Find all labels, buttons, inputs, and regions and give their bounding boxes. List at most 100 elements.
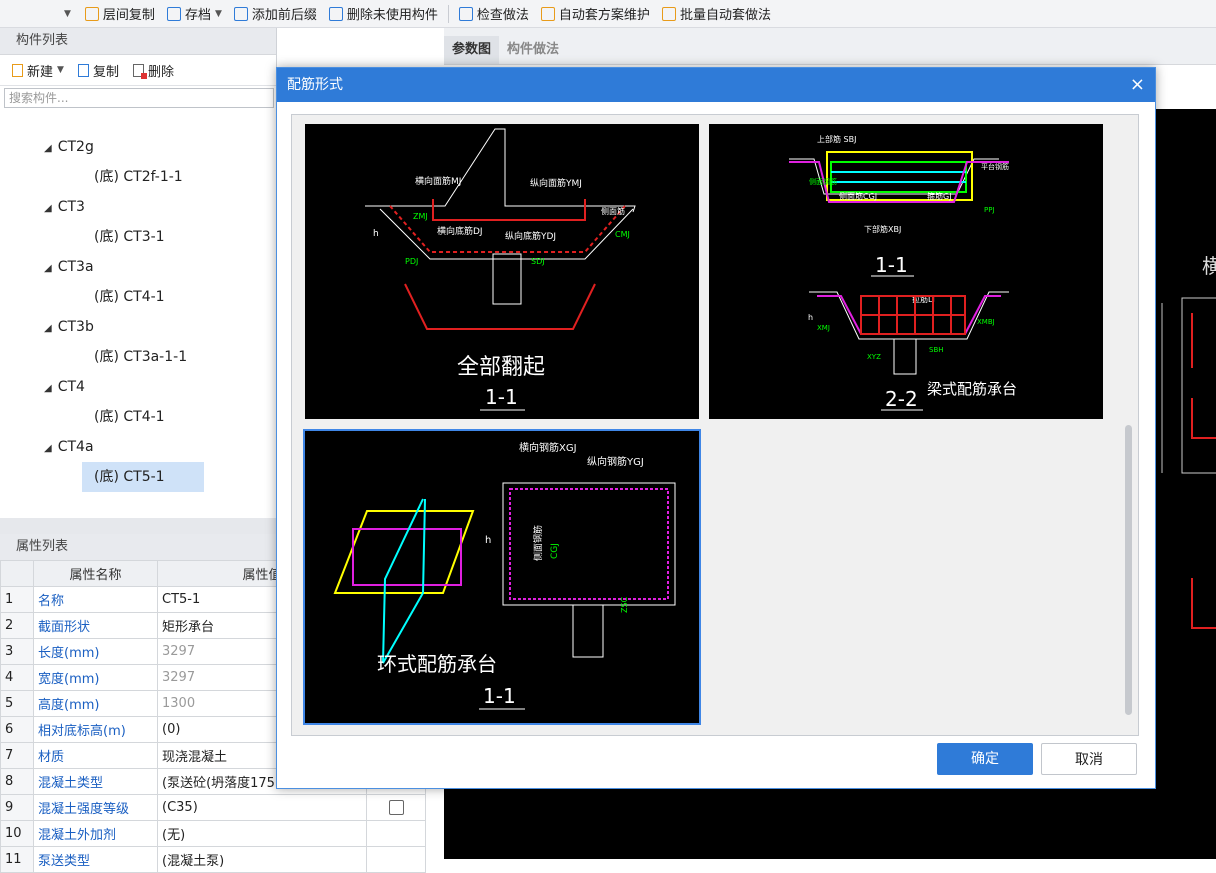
pile-outline (492, 253, 522, 305)
expand-triangle-icon[interactable]: ◢ (44, 383, 52, 394)
layer-copy-icon (84, 6, 99, 21)
delete-list-icon (328, 6, 343, 21)
diagram-label: CGJ (550, 543, 560, 559)
option-caption: 梁式配筋承台 (927, 380, 1017, 398)
rebar-option-full-bend[interactable]: 横向面筋MJ 纵向面筋YMJ 横向底筋DJ 纵向底筋YDJ CMJ ZMJ 侧面… (305, 124, 699, 419)
section-label: 1-1 (875, 253, 908, 277)
side-rebar (830, 161, 967, 193)
rebar-option-ring-style[interactable]: 横向钢筋XGJ 纵向钢筋YGJ 侧面钢筋 CGJ h ZSC 环式配筋承台 1-… (303, 429, 701, 725)
param-tabs: 参数图 构件做法 (444, 28, 1216, 65)
section-label: 2-2 (885, 387, 918, 411)
tab-component-method[interactable]: 构件做法 (499, 36, 567, 64)
diagram-label: 横向面筋MJ (415, 175, 461, 187)
option-caption: 环式配筋承台 (377, 652, 497, 676)
tree-node[interactable]: ◢ CT4 (0, 372, 276, 402)
table-row[interactable]: 10 混凝土外加剂 (无) (0, 820, 426, 847)
section-label: 1-1 (483, 684, 516, 708)
copy-icon (77, 63, 89, 77)
section-outline (502, 482, 676, 606)
option-caption: 全部翻起 (457, 355, 545, 380)
tree-node[interactable]: ◢ CT2g (0, 132, 276, 162)
section-label: 1-1 (485, 385, 518, 409)
tree-leaf[interactable]: (底) CT3a-1-1 (0, 342, 276, 372)
expand-triangle-icon[interactable]: ◢ (44, 143, 52, 154)
expand-triangle-icon[interactable]: ◢ (44, 323, 52, 334)
component-list-title: 构件列表 (0, 28, 276, 55)
gear-icon (540, 6, 555, 21)
delete-unused-button[interactable]: 删除未使用构件 (325, 3, 442, 25)
copy-component-button[interactable]: 复制 (77, 61, 119, 80)
chevron-down-icon: ▼ (57, 65, 64, 75)
batch-icon (661, 6, 676, 21)
table-row[interactable]: 11 泵送类型 (混凝土泵) (0, 846, 426, 873)
diagram-label: 侧面钢筋 (809, 177, 837, 186)
component-list-toolbar: 新建 ▼ 复制 删除 (0, 55, 276, 86)
tree-node[interactable]: ◢ CT3 (0, 192, 276, 222)
tree-node[interactable]: ◢ CT3a (0, 252, 276, 282)
diagram-label: SDJ (531, 257, 545, 266)
check-method-button[interactable]: 检查做法 (455, 3, 533, 25)
header-prop-name: 属性名称 (33, 560, 158, 587)
bg-rebar-2 (1191, 398, 1216, 439)
diagram-label: XMBJ (977, 318, 995, 326)
gallery-scrollbar[interactable] (1125, 425, 1132, 715)
diagram-label: XMJ (817, 324, 830, 332)
tree-node[interactable]: ◢ CT4a (0, 432, 276, 462)
delete-component-button[interactable]: 删除 (132, 61, 174, 80)
tree-leaf[interactable]: (底) CT4-1 (0, 282, 276, 312)
diagram-label: 侧面筋CGJ (839, 191, 877, 201)
new-component-button[interactable]: 新建 ▼ (12, 61, 64, 80)
diagram-label: 纵向钢筋YGJ (587, 455, 644, 468)
ring-section (382, 498, 426, 664)
auto-plan-maintain-button[interactable]: 自动套方案维护 (537, 3, 654, 25)
layer-copy-button[interactable]: 层间复制 (81, 3, 159, 25)
ring-plane (333, 510, 475, 594)
diagram-label: 箍筋GJ (927, 191, 952, 201)
expand-triangle-icon[interactable]: ◢ (44, 443, 52, 454)
diagram-label: 上部筋 SBJ (817, 134, 856, 144)
ok-button[interactable]: 确定 (937, 743, 1033, 775)
diagram-label: h (808, 313, 813, 322)
diagram-label: PDJ (405, 257, 418, 266)
diagram-label: PPJ (984, 206, 995, 214)
diagram-label: 平台钢筋 (981, 162, 1009, 171)
component-tree: ◢ CT2g (底) CT2f-1-1 ◢ CT3 (底) CT3-1 ◢ CT3a … (0, 132, 276, 492)
tree-leaf[interactable]: (底) CT3-1 (0, 222, 276, 252)
cancel-button[interactable]: 取消 (1041, 743, 1137, 775)
chevron-down-icon: ▼ (214, 8, 222, 19)
diagram-label: 横向底筋DJ (437, 225, 483, 237)
diagram-label: CMJ (615, 230, 630, 239)
archive-button[interactable]: 存档 ▼ (163, 3, 226, 25)
checkbox[interactable] (388, 800, 404, 815)
option2-drawing: 上部筋 SBJ 侧面筋CGJ 箍筋GJ 下部筋XBJ 拉筋LJ XMJ XMBJ… (789, 134, 1017, 411)
component-search-input[interactable]: 搜索构件... (4, 88, 274, 108)
tab-param-diagram[interactable]: 参数图 (444, 36, 500, 64)
ring-rebar (352, 528, 462, 586)
diagram-label: 侧面钢筋 (532, 525, 544, 561)
batch-auto-method-button[interactable]: 批量自动套做法 (658, 3, 775, 25)
option3-drawing: 横向钢筋XGJ 纵向钢筋YGJ 侧面钢筋 CGJ h ZSC 环式配筋承台 1-… (333, 441, 676, 710)
tree-node[interactable]: ◢ CT3b (0, 312, 276, 342)
tree-leaf[interactable]: (底) CT4-1 (0, 402, 276, 432)
close-icon[interactable]: × (1130, 68, 1145, 102)
bg-label: 横 (1202, 254, 1216, 278)
diagram-label: SBH (929, 346, 944, 354)
toolbar-divider (447, 4, 449, 23)
rebar-form-dialog: 配筋形式 × 横向面筋MJ 纵向面筋YMJ 横向底筋DJ 纵向底筋YDJ CMJ… (276, 67, 1156, 789)
table-row[interactable]: 9 混凝土强度等级 (C35) (0, 794, 426, 821)
rebar-options-gallery: 横向面筋MJ 纵向面筋YMJ 横向底筋DJ 纵向底筋YDJ CMJ ZMJ 侧面… (291, 114, 1139, 736)
new-file-icon (12, 63, 23, 77)
diagram-label: ZMJ (413, 212, 428, 221)
tree-leaf-selected[interactable]: (底) CT5-1 (0, 462, 276, 492)
diagram-label: 横向钢筋XGJ (519, 441, 577, 454)
rebar-option-beam-style[interactable]: 上部筋 SBJ 侧面筋CGJ 箍筋GJ 下部筋XBJ 拉筋LJ XMJ XMBJ… (709, 124, 1103, 419)
diagram-label: 下部筋XBJ (864, 224, 901, 234)
pile-outline (572, 604, 604, 658)
pile-outline (893, 338, 917, 375)
expand-triangle-icon[interactable]: ◢ (44, 263, 52, 274)
expand-triangle-icon[interactable]: ◢ (44, 203, 52, 214)
add-prefix-suffix-button[interactable]: 添加前后缀 (230, 3, 321, 25)
bg-outline (1181, 297, 1216, 474)
toolbar-dropdown-arrow[interactable]: ▼ (64, 9, 71, 19)
tree-leaf[interactable]: (底) CT2f-1-1 (0, 162, 276, 192)
